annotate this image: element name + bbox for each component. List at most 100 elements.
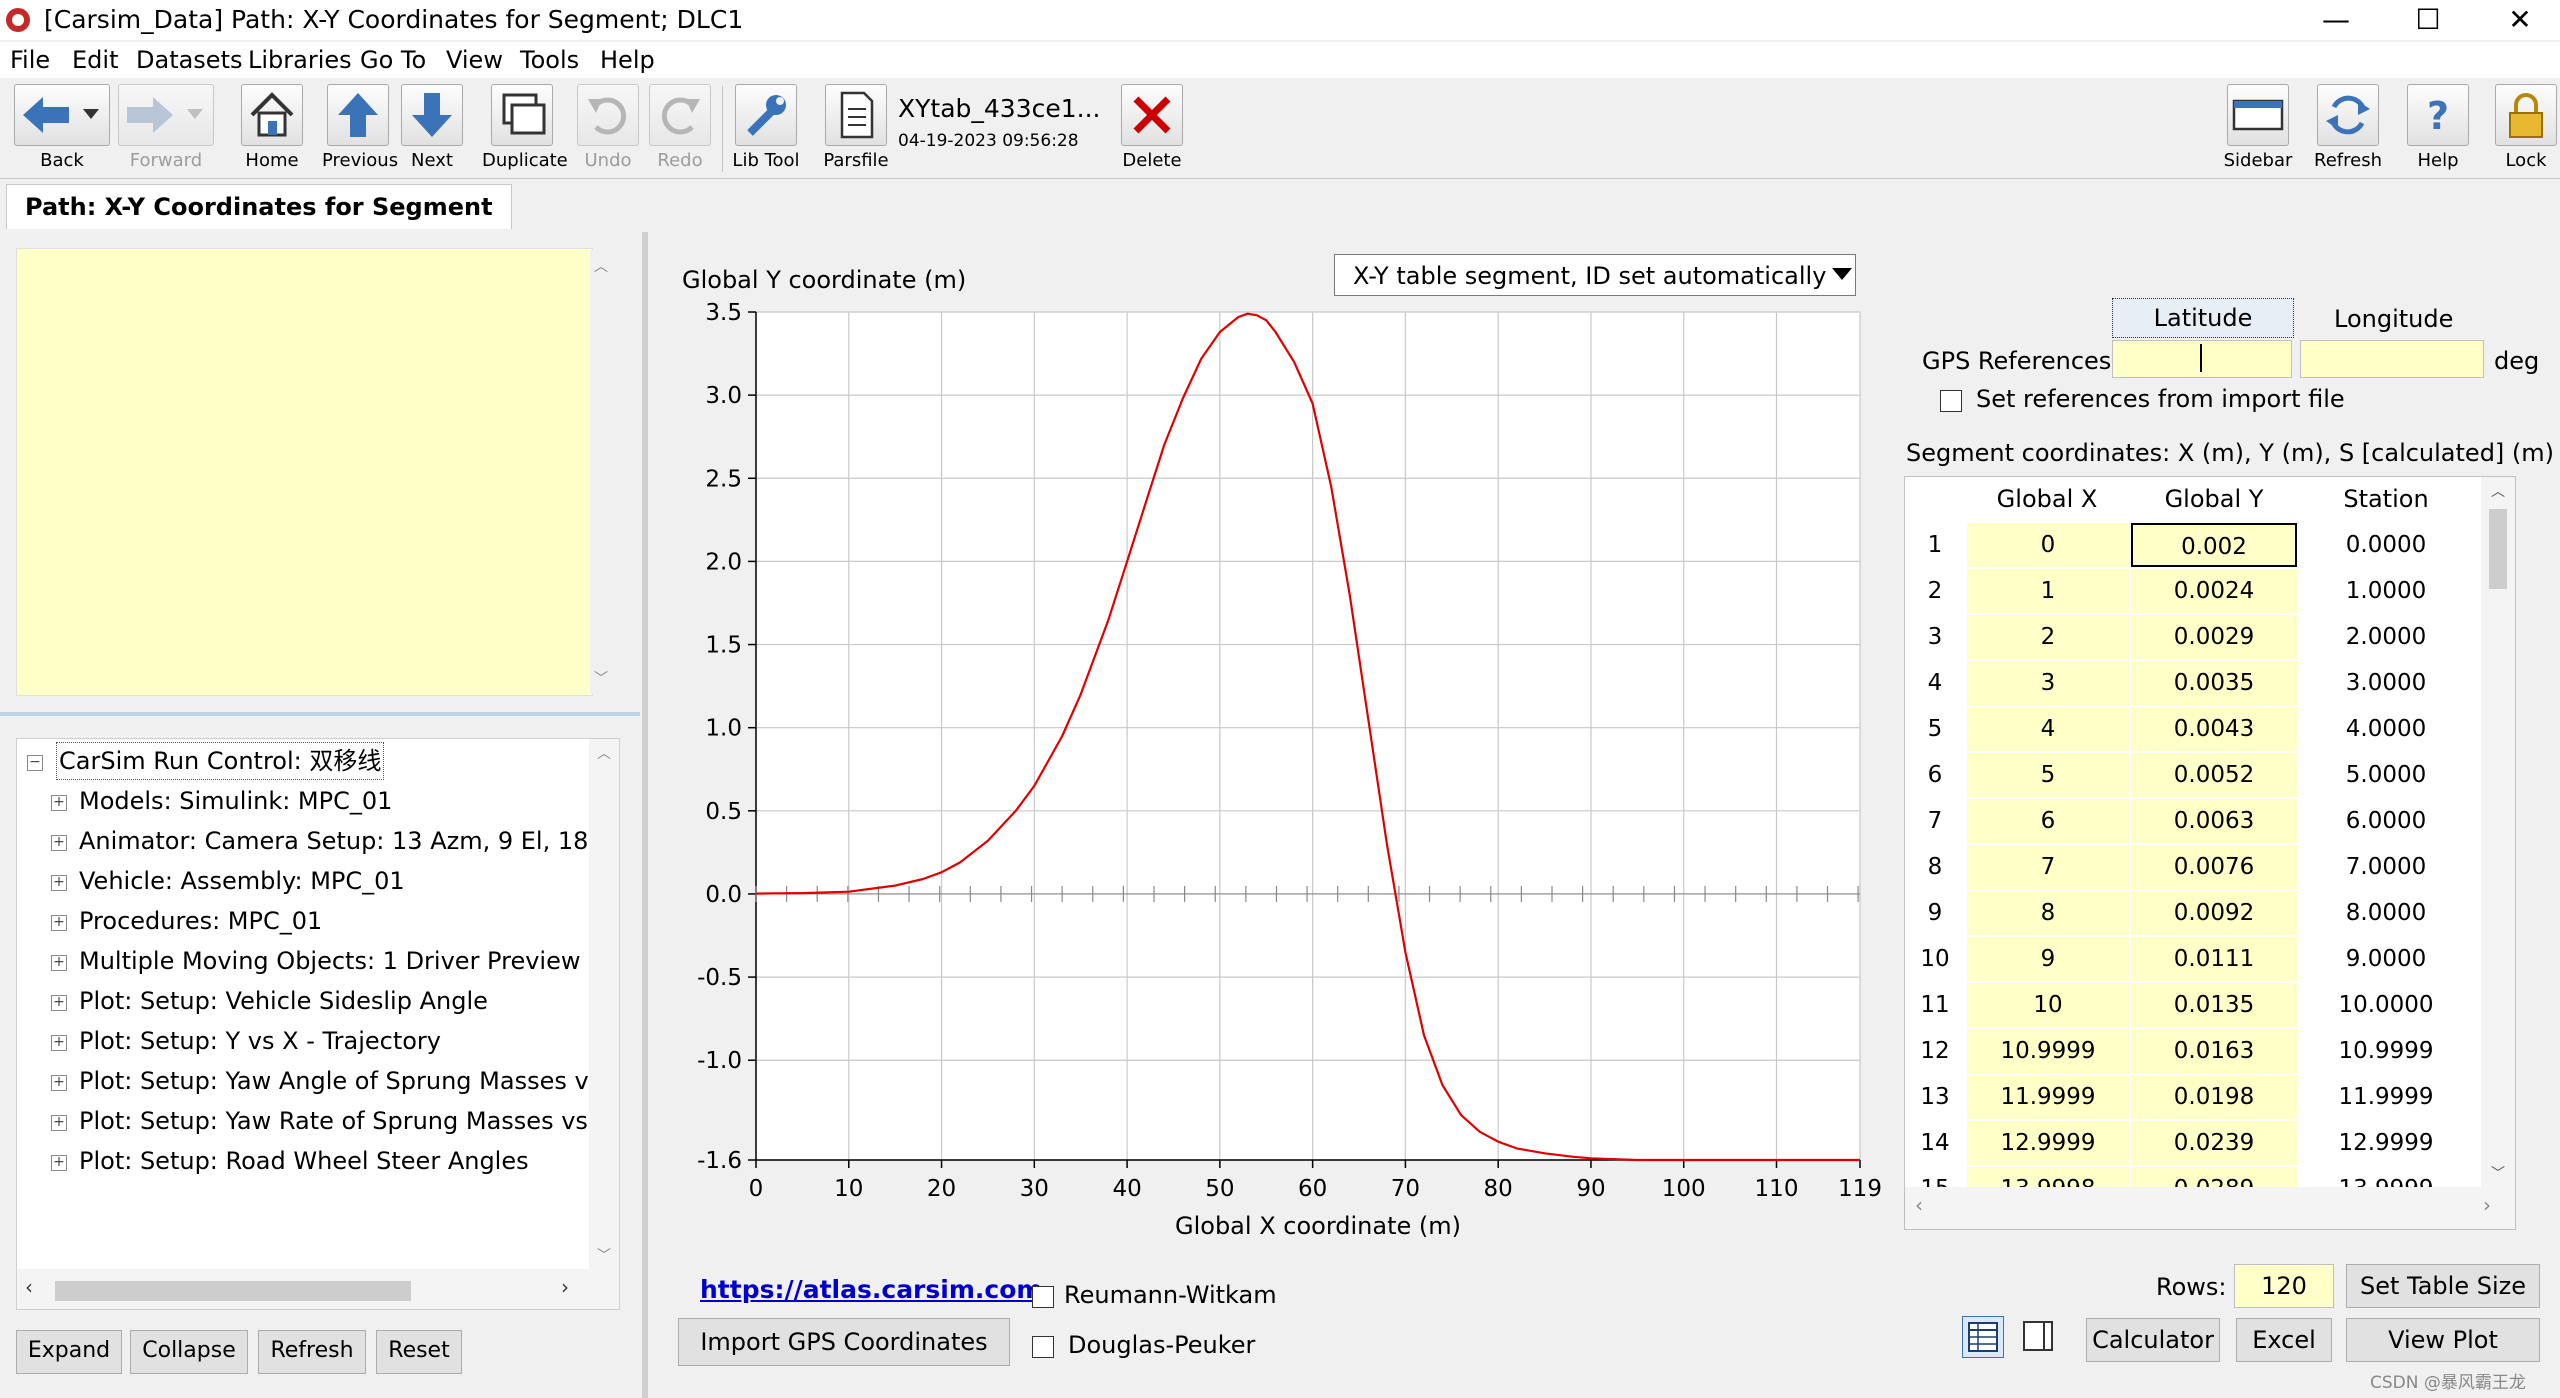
tab-path-xy-coordinates[interactable]: Path: X-Y Coordinates for Segment xyxy=(6,184,512,229)
table-horizontal-scrollbar[interactable]: ‹ › xyxy=(1905,1187,2515,1229)
expand-icon[interactable]: + xyxy=(51,995,67,1011)
close-button[interactable]: ✕ xyxy=(2480,0,2560,40)
vertical-splitter[interactable] xyxy=(642,232,648,1398)
calculator-button[interactable]: Calculator xyxy=(2086,1318,2220,1362)
back-button[interactable]: Back xyxy=(14,84,110,174)
menu-edit[interactable]: Edit xyxy=(72,44,118,76)
expand-icon[interactable]: + xyxy=(51,1155,67,1171)
tree-item[interactable]: Plot: Setup: Yaw Angle of Sprung Masses … xyxy=(79,1063,601,1099)
tree-item[interactable]: Animator: Camera Setup: 13 Azm, 9 El, 18… xyxy=(79,823,619,859)
cell-global-y[interactable]: 0.0198 xyxy=(2131,1075,2297,1119)
delete-button[interactable]: Delete xyxy=(1116,84,1188,174)
tree-root-run-control[interactable]: CarSim Run Control: 双移线 xyxy=(55,742,385,780)
expand-icon[interactable]: + xyxy=(51,875,67,891)
tree-item[interactable]: Vehicle: Assembly: MPC_01 xyxy=(79,863,405,899)
menu-libraries[interactable]: Libraries xyxy=(248,44,352,76)
cell-global-y[interactable]: 0.0043 xyxy=(2131,707,2297,751)
cell-global-y[interactable]: 0.0063 xyxy=(2131,799,2297,843)
column-header-global-y[interactable]: Global Y xyxy=(2131,477,2297,521)
cell-station[interactable]: 8.0000 xyxy=(2299,891,2473,935)
cell-station[interactable]: 0.0000 xyxy=(2299,523,2473,567)
home-button[interactable]: Home xyxy=(236,84,308,174)
reumann-witkam-checkbox[interactable] xyxy=(1032,1286,1054,1308)
cell-station[interactable]: 1.0000 xyxy=(2299,569,2473,613)
single-view-icon[interactable] xyxy=(2018,1316,2058,1356)
cell-global-y[interactable]: 0.0052 xyxy=(2131,753,2297,797)
refresh-toolbar-button[interactable]: Refresh xyxy=(2312,84,2384,174)
sidebar-button[interactable]: Sidebar xyxy=(2222,84,2294,174)
cell-global-x[interactable]: 4 xyxy=(1967,707,2129,751)
cell-station[interactable]: 2.0000 xyxy=(2299,615,2473,659)
tree-item[interactable]: Procedures: MPC_01 xyxy=(79,903,322,939)
cell-station[interactable]: 7.0000 xyxy=(2299,845,2473,889)
cell-global-y[interactable]: 0.0076 xyxy=(2131,845,2297,889)
help-button[interactable]: ? Help xyxy=(2402,84,2474,174)
cell-global-y[interactable]: 0.0035 xyxy=(2131,661,2297,705)
set-references-checkbox[interactable] xyxy=(1940,390,1962,412)
douglas-peuker-checkbox[interactable] xyxy=(1032,1336,1054,1358)
duplicate-button[interactable]: Duplicate xyxy=(482,84,568,174)
menu-help[interactable]: Help xyxy=(600,44,655,76)
cell-station[interactable]: 10.0000 xyxy=(2299,983,2473,1027)
cell-global-x[interactable]: 11.9999 xyxy=(1967,1075,2129,1119)
panel-divider[interactable] xyxy=(0,712,640,716)
parsfile-button[interactable]: Parsfile xyxy=(820,84,892,174)
redo-button[interactable]: Redo xyxy=(644,84,716,174)
latitude-input[interactable] xyxy=(2112,340,2292,378)
expand-icon[interactable]: + xyxy=(51,915,67,931)
table-vertical-scrollbar[interactable]: ︿ ﹀ xyxy=(2481,477,2515,1187)
cell-global-x[interactable]: 1 xyxy=(1967,569,2129,613)
cell-global-x[interactable]: 0 xyxy=(1967,523,2129,567)
undo-button[interactable]: Undo xyxy=(572,84,644,174)
tree-horizontal-scrollbar[interactable]: ‹ › xyxy=(17,1269,619,1309)
tree-item[interactable]: Multiple Moving Objects: 1 Driver Previe… xyxy=(79,943,603,979)
tree-item[interactable]: Plot: Setup: Yaw Rate of Sprung Masses v… xyxy=(79,1103,596,1139)
cell-station[interactable]: 4.0000 xyxy=(2299,707,2473,751)
expand-icon[interactable]: + xyxy=(51,1075,67,1091)
maximize-button[interactable]: ☐ xyxy=(2388,0,2468,40)
menu-go-to[interactable]: Go To xyxy=(360,44,426,76)
next-button[interactable]: Next xyxy=(396,84,468,174)
collapse-icon[interactable]: − xyxy=(27,755,43,771)
forward-button[interactable]: Forward xyxy=(118,84,214,174)
column-header-station[interactable]: Station xyxy=(2299,477,2473,521)
import-gps-button[interactable]: Import GPS Coordinates xyxy=(678,1318,1010,1366)
cell-global-y[interactable]: 0.0239 xyxy=(2131,1121,2297,1165)
column-header-global-x[interactable]: Global X xyxy=(1965,477,2129,521)
cell-global-x[interactable]: 6 xyxy=(1967,799,2129,843)
tree-vertical-scrollbar[interactable]: ︿ ﹀ xyxy=(589,739,619,1269)
cell-global-y[interactable]: 0.0111 xyxy=(2131,937,2297,981)
menu-datasets[interactable]: Datasets xyxy=(136,44,243,76)
cell-global-y[interactable]: 0.0135 xyxy=(2131,983,2297,1027)
cell-global-y[interactable]: 0.0092 xyxy=(2131,891,2297,935)
cell-global-x[interactable]: 8 xyxy=(1967,891,2129,935)
cell-global-x[interactable]: 7 xyxy=(1967,845,2129,889)
lock-button[interactable]: Lock xyxy=(2490,84,2560,174)
cell-station[interactable]: 5.0000 xyxy=(2299,753,2473,797)
cell-global-x[interactable]: 10 xyxy=(1967,983,2129,1027)
previous-button[interactable]: Previous xyxy=(322,84,398,174)
menu-tools[interactable]: Tools xyxy=(520,44,579,76)
cell-station[interactable]: 10.9999 xyxy=(2299,1029,2473,1073)
excel-button[interactable]: Excel xyxy=(2236,1318,2332,1362)
notes-scrollbar[interactable]: ︿ ﹀ xyxy=(590,250,614,694)
rows-input[interactable]: 120 xyxy=(2234,1264,2334,1308)
cell-global-x[interactable]: 3 xyxy=(1967,661,2129,705)
cell-station[interactable]: 12.9999 xyxy=(2299,1121,2473,1165)
minimize-button[interactable]: — xyxy=(2296,0,2376,40)
cell-global-x[interactable]: 12.9999 xyxy=(1967,1121,2129,1165)
expand-icon[interactable]: + xyxy=(51,795,67,811)
cell-global-x[interactable]: 9 xyxy=(1967,937,2129,981)
tree-item[interactable]: Models: Simulink: MPC_01 xyxy=(79,783,392,819)
tree-item[interactable]: Plot: Setup: Y vs X - Trajectory xyxy=(79,1023,441,1059)
cell-global-y[interactable]: 0.0029 xyxy=(2131,615,2297,659)
lib-tool-button[interactable]: Lib Tool xyxy=(730,84,802,174)
collapse-button[interactable]: Collapse xyxy=(130,1330,248,1374)
cell-global-y[interactable]: 0.002 xyxy=(2131,523,2297,567)
cell-global-y[interactable]: 0.0163 xyxy=(2131,1029,2297,1073)
tree-item[interactable]: Plot: Setup: Vehicle Sideslip Angle xyxy=(79,983,488,1019)
cell-global-y[interactable]: 0.0024 xyxy=(2131,569,2297,613)
cell-station[interactable]: 11.9999 xyxy=(2299,1075,2473,1119)
longitude-input[interactable] xyxy=(2300,340,2484,378)
latitude-header[interactable]: Latitude xyxy=(2112,298,2294,338)
